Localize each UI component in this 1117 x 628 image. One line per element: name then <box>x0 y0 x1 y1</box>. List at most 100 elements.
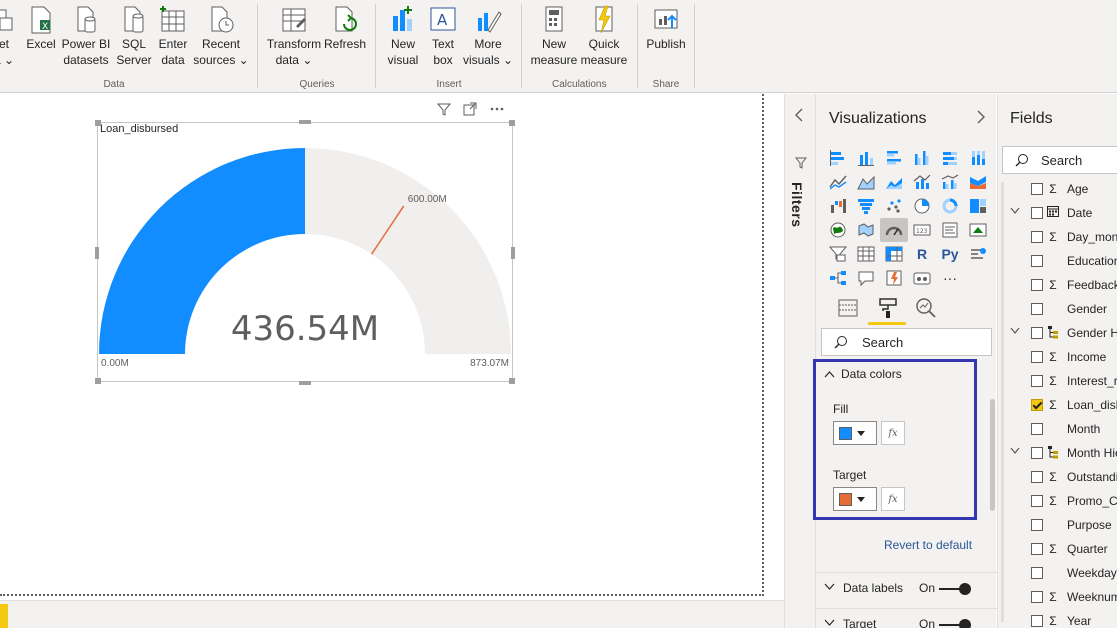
field-row[interactable]: Σ Promo_Campaign <box>998 490 1117 514</box>
text-box-button[interactable]: A Text box <box>426 4 460 74</box>
refresh-button[interactable]: Refresh <box>324 4 366 74</box>
resize-handle[interactable] <box>95 378 101 384</box>
new-visual-button[interactable]: New visual <box>386 4 420 74</box>
fill-color-picker[interactable] <box>833 421 877 445</box>
data-labels-toggle[interactable] <box>939 583 971 595</box>
field-row[interactable]: Σ Outstanding <box>998 466 1117 490</box>
field-row[interactable]: Σ Feedback <box>998 274 1117 298</box>
100-stacked-column-chart-icon[interactable] <box>964 146 992 170</box>
field-checkbox[interactable] <box>1031 207 1043 219</box>
field-row[interactable]: Date <box>998 202 1117 226</box>
resize-handle[interactable] <box>299 120 311 124</box>
transform-data-button[interactable]: Transform data ⌄ <box>266 4 322 74</box>
chevron-right-icon[interactable] <box>976 110 986 128</box>
kpi-icon[interactable] <box>964 218 992 242</box>
field-row[interactable]: Σ Quarter <box>998 538 1117 562</box>
field-row[interactable]: Weekday <box>998 562 1117 586</box>
chevron-down-icon[interactable] <box>1010 206 1020 217</box>
field-checkbox[interactable] <box>1031 519 1043 531</box>
fill-fx-button[interactable]: fx <box>881 421 905 445</box>
enter-data-button[interactable]: Enter data <box>157 4 189 74</box>
recent-sources-button[interactable]: Recent sources ⌄ <box>193 4 249 74</box>
field-checkbox[interactable] <box>1031 303 1043 315</box>
r-script-visual-icon[interactable]: R <box>908 242 936 266</box>
gauge-visual[interactable]: Loan_disbursed 600.00M 436.54M 0.00M 873… <box>97 122 513 382</box>
scatter-chart-icon[interactable] <box>880 194 908 218</box>
pie-chart-icon[interactable] <box>908 194 936 218</box>
target-section[interactable]: Target On <box>816 608 997 628</box>
format-search-input[interactable]: Search <box>821 328 992 356</box>
area-chart-icon[interactable] <box>852 170 880 194</box>
map-icon[interactable] <box>824 218 852 242</box>
more-visuals-ellipsis-icon[interactable]: ··· <box>936 266 964 290</box>
card-icon[interactable]: 123 <box>908 218 936 242</box>
field-checkbox[interactable] <box>1031 543 1043 555</box>
field-checkbox[interactable] <box>1031 615 1043 627</box>
slicer-icon[interactable] <box>824 242 852 266</box>
paginated-report-icon[interactable] <box>908 266 936 290</box>
chevron-left-icon[interactable] <box>794 108 804 127</box>
resize-handle[interactable] <box>509 378 515 384</box>
field-checkbox[interactable] <box>1031 183 1043 195</box>
chevron-down-icon[interactable] <box>1010 446 1020 457</box>
field-row[interactable]: Education <box>998 250 1117 274</box>
field-row[interactable]: Σ Loan_disbursed <box>998 394 1117 418</box>
field-checkbox[interactable] <box>1031 447 1043 459</box>
resize-handle[interactable] <box>511 247 515 259</box>
field-checkbox[interactable] <box>1031 423 1043 435</box>
table-visual-icon[interactable] <box>852 242 880 266</box>
treemap-icon[interactable] <box>964 194 992 218</box>
python-visual-icon[interactable]: Py <box>936 242 964 266</box>
field-checkbox[interactable] <box>1031 399 1043 411</box>
new-measure-button[interactable]: New measure <box>530 4 578 74</box>
stacked-column-chart-icon[interactable] <box>852 146 880 170</box>
filled-map-icon[interactable] <box>852 218 880 242</box>
fields-search-input[interactable]: Search <box>1002 146 1117 174</box>
line-and-clustered-column-chart-icon[interactable] <box>936 170 964 194</box>
resize-handle[interactable] <box>95 120 101 126</box>
line-chart-icon[interactable] <box>824 170 852 194</box>
waterfall-chart-icon[interactable] <box>824 194 852 218</box>
stacked-area-chart-icon[interactable] <box>880 170 908 194</box>
pane-scrollbar[interactable] <box>990 399 995 511</box>
matrix-icon[interactable] <box>880 242 908 266</box>
resize-handle[interactable] <box>299 381 311 385</box>
gauge-icon[interactable] <box>880 218 908 242</box>
resize-handle[interactable] <box>509 120 515 126</box>
more-options-icon[interactable] <box>489 102 505 119</box>
more-visuals-button[interactable]: More visuals ⌄ <box>463 4 513 74</box>
field-checkbox[interactable] <box>1031 591 1043 603</box>
data-labels-section[interactable]: Data labels On <box>816 572 997 602</box>
funnel-chart-icon[interactable] <box>852 194 880 218</box>
field-checkbox[interactable] <box>1031 255 1043 267</box>
fields-well-tab-icon[interactable] <box>836 296 860 320</box>
excel-button[interactable]: X Excel <box>25 4 57 74</box>
field-row[interactable]: Gender <box>998 298 1117 322</box>
field-row[interactable]: Month Hierarchy <box>998 442 1117 466</box>
data-colors-header[interactable]: Data colors <box>824 367 902 381</box>
target-fx-button[interactable]: fx <box>881 487 905 511</box>
chevron-down-icon[interactable] <box>1010 326 1020 337</box>
filter-icon[interactable] <box>436 102 452 119</box>
analytics-magnifier-icon[interactable] <box>914 296 938 320</box>
publish-button[interactable]: Publish <box>645 4 687 74</box>
field-checkbox[interactable] <box>1031 327 1043 339</box>
field-checkbox[interactable] <box>1031 351 1043 363</box>
resize-handle[interactable] <box>95 247 99 259</box>
field-row[interactable]: Σ Day_month <box>998 226 1117 250</box>
quick-measure-button[interactable]: Quick measure <box>580 4 628 74</box>
donut-chart-icon[interactable] <box>936 194 964 218</box>
active-page-tab[interactable] <box>0 604 8 628</box>
decomposition-tree-icon[interactable] <box>824 266 852 290</box>
stacked-bar-chart-icon[interactable] <box>824 146 852 170</box>
field-row[interactable]: Σ Year <box>998 610 1117 628</box>
field-row[interactable]: Month <box>998 418 1117 442</box>
ribbon-chart-icon[interactable] <box>964 170 992 194</box>
field-checkbox[interactable] <box>1031 279 1043 291</box>
revert-to-default-link[interactable]: Revert to default <box>884 538 972 552</box>
power-bi-datasets-button[interactable]: Power BI datasets <box>62 4 110 74</box>
focus-mode-icon[interactable] <box>463 102 477 119</box>
sql-server-button[interactable]: SQL Server <box>116 4 152 74</box>
line-and-column-chart-icon[interactable] <box>908 170 936 194</box>
filters-pane-collapsed[interactable]: Filters <box>784 94 815 628</box>
